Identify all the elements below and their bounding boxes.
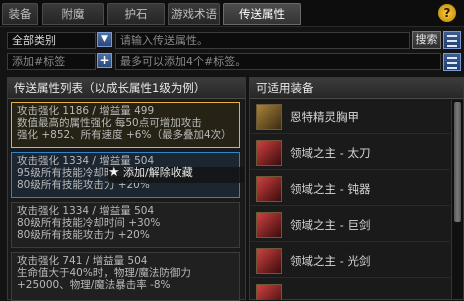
- attribute-line: 80级所有技能攻击力 +20%: [17, 229, 150, 241]
- tab-enchant[interactable]: 附魔: [42, 3, 104, 25]
- tag-hint-field: 最多可以添加4个#标签。: [115, 53, 441, 70]
- chest-armor-icon: [256, 104, 282, 130]
- category-select[interactable]: 全部类别: [7, 32, 96, 49]
- equipment-item[interactable]: 领域之主 - 巨剑: [250, 208, 450, 242]
- tag-hint: 最多可以添加4个#标签。: [120, 55, 247, 68]
- equipment-name: 领域之主 - 太刀: [290, 146, 371, 160]
- attribute-line: 攻击强化 1186 / 增益量 499: [17, 105, 155, 117]
- equipment-item[interactable]: 领域之主 - 太刀: [250, 136, 450, 170]
- attribute-list-title: 传送属性列表（以成长属性1级为例）: [8, 78, 245, 99]
- katana-icon: [256, 140, 282, 166]
- attribute-line: 攻击强化 741 / 增益量 504: [17, 255, 148, 267]
- favorite-tooltip-text: 添加/解除收藏: [123, 166, 193, 179]
- blunt-weapon-icon: [256, 176, 282, 202]
- tag-input[interactable]: 添加#标签: [7, 53, 96, 70]
- menu-icon[interactable]: [443, 53, 461, 71]
- search-placeholder: 请输入传送属性。: [120, 34, 208, 47]
- attribute-line: 生命值大于40%时，物理/魔法防御力 +25000、物理/魔法暴击率 -8%: [17, 267, 191, 291]
- lightsaber-icon: [256, 248, 282, 274]
- equipment-name: 恩特精灵胸甲: [290, 110, 359, 124]
- attribute-card[interactable]: 攻击强化 741 / 增益量 504 生命值大于40%时，物理/魔法防御力 +2…: [11, 252, 240, 301]
- attribute-list-panel: 传送属性列表（以成长属性1级为例） 攻击强化 1186 / 增益量 499 数值…: [7, 77, 246, 301]
- attribute-card[interactable]: 攻击强化 1334 / 增益量 504 95级所有技能冷却时间 -20% 80级…: [11, 152, 244, 198]
- search-input[interactable]: 请输入传送属性。: [115, 32, 410, 49]
- search-button[interactable]: 搜索: [412, 31, 441, 49]
- add-tag-icon[interactable]: +: [97, 53, 112, 68]
- attribute-line: 80级所有技能冷却时间 +30%: [17, 217, 161, 229]
- tab-bar: 装备 附魔 护石 游戏术语 传送属性 ?: [0, 0, 464, 27]
- help-icon[interactable]: ?: [438, 4, 456, 22]
- attribute-line: 攻击强化 1334 / 增益量 504: [17, 205, 155, 217]
- applicable-equipment-title: 可适用装备: [250, 78, 463, 99]
- tab-equipment[interactable]: 装备: [2, 3, 38, 25]
- equipment-item[interactable]: 恩特精灵胸甲: [250, 100, 450, 134]
- attribute-card[interactable]: 攻击强化 1186 / 增益量 499 数值最高的属性强化 每50点可增加攻击 …: [11, 102, 240, 148]
- attribute-line: 强化 +852、所有速度 +6%（最多叠加4次）: [17, 129, 232, 141]
- attribute-card[interactable]: 攻击强化 1334 / 增益量 504 80级所有技能冷却时间 +30% 80级…: [11, 202, 240, 248]
- scrollbar[interactable]: [451, 100, 463, 299]
- tab-transfer-attributes[interactable]: 传送属性: [223, 3, 301, 25]
- weapon-icon: [256, 284, 282, 300]
- equipment-name: 领域之主 - 光剑: [290, 254, 371, 268]
- scrollbar-thumb[interactable]: [454, 102, 461, 222]
- equipment-item[interactable]: 领域之主 - 光剑: [250, 244, 450, 278]
- list-toggle-icon[interactable]: [443, 31, 461, 49]
- tab-game-terms[interactable]: 游戏术语: [168, 3, 220, 25]
- greatsword-icon: [256, 212, 282, 238]
- equipment-item[interactable]: [250, 280, 450, 300]
- tag-placeholder: 添加#标签: [12, 55, 66, 68]
- attribute-line: 数值最高的属性强化 每50点可增加攻击: [17, 117, 202, 129]
- favorite-tooltip: ★ 添加/解除收藏: [108, 165, 244, 183]
- equipment-name: 领域之主 - 钝器: [290, 182, 371, 196]
- equipment-item[interactable]: 领域之主 - 钝器: [250, 172, 450, 206]
- tab-talisman[interactable]: 护石: [107, 3, 165, 25]
- equipment-name: 领域之主 - 巨剑: [290, 218, 371, 232]
- category-value: 全部类别: [12, 34, 56, 47]
- applicable-equipment-panel: 可适用装备 恩特精灵胸甲 领域之主 - 太刀 领域之主 - 钝器 领域之主 - …: [249, 77, 464, 300]
- star-icon[interactable]: ★: [108, 165, 120, 180]
- chevron-down-icon[interactable]: ▼: [97, 32, 112, 47]
